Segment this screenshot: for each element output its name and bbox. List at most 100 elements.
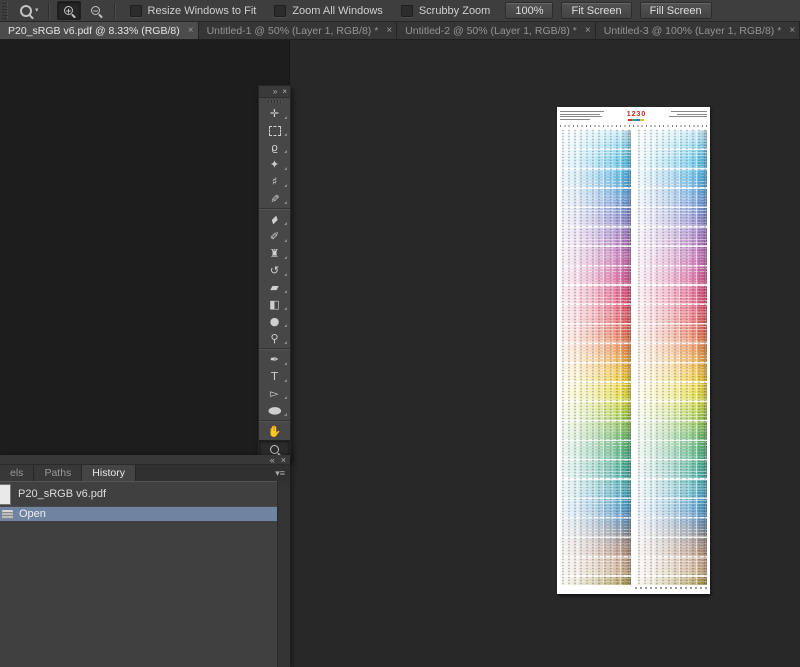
checkbox-zoom-all-windows[interactable]: Zoom All Windows [274,5,382,17]
separator [48,3,50,19]
chart-header: 1230 [560,110,707,123]
document-tab-label: Untitled-3 @ 100% (Layer 1, RGB/8) * [604,25,782,37]
blur-tool-icon: ● [270,316,280,327]
eraser-tool[interactable]: ▰ [259,279,290,296]
history-entry-label: Open [19,508,46,520]
shape-tool-icon: ● [267,406,281,416]
options-bar-grip[interactable] [2,3,8,19]
snapshot-label: P20_sRGB v6.pdf [18,488,106,500]
close-tab-icon[interactable]: × [789,25,795,36]
type-tool-icon: T [271,371,278,382]
checkbox-box[interactable] [274,5,286,17]
panel-tab-history[interactable]: History [82,465,136,481]
checkbox-label: Scrubby Zoom [419,5,491,17]
magic-wand-tool-icon: ✦ [270,159,279,170]
history-entry-open[interactable]: Open [0,507,277,521]
checkbox-box[interactable] [130,5,142,17]
collapse-panel-icon[interactable]: » [273,88,277,96]
eyedropper-tool-icon: ✎ [269,194,280,203]
fit-screen-button[interactable]: Fit Screen [561,2,631,19]
path-selection-tool[interactable]: ▻ [259,385,290,402]
options-bar: ▾ + − Resize Windows to Fit Zoom All Wind… [0,0,800,22]
hand-tool[interactable]: ✋ [259,423,290,440]
close-tab-icon[interactable]: × [585,25,591,36]
separator [114,3,116,19]
healing-brush-tool-icon: ▰ [268,213,282,227]
brush-tool[interactable]: ✐ [259,228,290,245]
panel-dock-gutter[interactable] [277,481,290,667]
move-tool-icon: ✛ [270,108,279,119]
chart-logo: 1230 [627,110,647,121]
brush-tool-icon: ✐ [270,231,279,242]
checkbox-label: Resize Windows to Fit [148,5,257,17]
clone-stamp-tool-icon: ♜ [270,248,280,259]
panel-tab-els[interactable]: els [0,465,34,481]
document-tab-1[interactable]: P20_sRGB v6.pdf @ 8.33% (RGB/8) × [0,22,199,39]
magic-wand-tool[interactable]: ✦ [259,156,290,173]
chevron-down-icon: ▾ [35,7,39,14]
checkbox-resize-windows-to-fit[interactable]: Resize Windows to Fit [130,5,257,17]
zoom-out-icon: − [91,6,100,15]
crop-tool-icon: ♯ [272,176,277,187]
lasso-tool-icon: ϱ [271,142,278,153]
document-canvas-page[interactable]: 1230 [557,107,710,594]
history-panel: « × elsPathsHistory ▾≡ P20_sRGB v6.pdf Op… [0,455,290,667]
zoom-tool-icon [20,5,32,17]
path-selection-tool-icon: ▻ [270,388,278,399]
checkbox-label: Zoom All Windows [292,5,382,17]
history-brush-tool[interactable]: ↺ [259,262,290,279]
chart-header-text-right [667,110,707,117]
chart-footer [560,585,707,591]
dodge-tool[interactable]: ⚲ [259,330,290,347]
close-tab-icon[interactable]: × [386,25,392,36]
zoom-in-button[interactable]: + [57,1,81,20]
healing-brush-tool[interactable]: ▰ [259,211,290,228]
zoom-out-button[interactable]: − [85,2,107,19]
pen-tool-icon: ✒ [270,354,279,365]
type-tool[interactable]: T [259,368,290,385]
lasso-tool[interactable]: ϱ [259,139,290,156]
canvas-workspace: 1230 » × ✛ϱ✦♯✎▰✐♜↺▰◧●⚲✒T▻●✋ « × elsP [0,40,800,667]
gradient-tool-icon: ◧ [269,299,279,310]
close-panel-icon[interactable]: × [282,88,287,96]
document-tab-label: Untitled-2 @ 50% (Layer 1, RGB/8) * [405,25,577,37]
history-panel-header: « × [0,455,290,465]
hand-tool-icon: ✋ [268,426,282,437]
chart-column-right [636,129,707,585]
document-tab-label: Untitled-1 @ 50% (Layer 1, RGB/8) * [207,25,379,37]
tools-palette: » × ✛ ϱ ✦ ♯ ✎ ▰ ✐ ♜ ↺ ▰ ◧ ● ⚲ ✒ T ▻ ● ✋ [258,85,291,460]
marquee-tool[interactable] [259,122,290,139]
document-tab-3[interactable]: Untitled-2 @ 50% (Layer 1, RGB/8) * × [397,22,596,39]
document-tab-4[interactable]: Untitled-3 @ 100% (Layer 1, RGB/8) * × [596,22,800,39]
current-tool-preview[interactable]: ▾ [16,3,43,19]
history-brush-tool-icon: ↺ [270,265,279,276]
gradient-tool[interactable]: ◧ [259,296,290,313]
zoom-tool-icon [270,445,279,454]
chart-header-text-left [560,110,606,120]
document-tab-label: P20_sRGB v6.pdf @ 8.33% (RGB/8) [8,25,180,37]
checkbox-box[interactable] [401,5,413,17]
panel-tab-paths[interactable]: Paths [34,465,82,481]
checkbox-scrubby-zoom[interactable]: Scrubby Zoom [401,5,491,17]
blur-tool[interactable]: ● [259,313,290,330]
snapshot-thumbnail [0,484,11,505]
eyedropper-tool[interactable]: ✎ [259,190,290,207]
tools-separator [259,208,290,210]
dodge-tool-icon: ⚲ [270,333,278,344]
close-tab-icon[interactable]: × [188,25,194,36]
history-state-icon [2,510,13,519]
move-tool[interactable]: ✛ [259,105,290,122]
panel-menu-icon[interactable]: ▾≡ [275,465,290,481]
history-panel-tabs: elsPathsHistory ▾≡ [0,465,290,481]
history-list: P20_sRGB v6.pdf Open [0,481,277,667]
tools-palette-header: » × [259,86,290,98]
history-snapshot-row[interactable]: P20_sRGB v6.pdf [0,482,277,507]
pen-tool[interactable]: ✒ [259,351,290,368]
crop-tool[interactable]: ♯ [259,173,290,190]
tools-palette-grip[interactable] [259,98,290,105]
fill-screen-button[interactable]: Fill Screen [640,2,712,19]
document-tab-2[interactable]: Untitled-1 @ 50% (Layer 1, RGB/8) * × [199,22,398,39]
shape-tool[interactable]: ● [259,402,290,419]
zoom-value-button[interactable]: 100% [505,2,553,19]
clone-stamp-tool[interactable]: ♜ [259,245,290,262]
